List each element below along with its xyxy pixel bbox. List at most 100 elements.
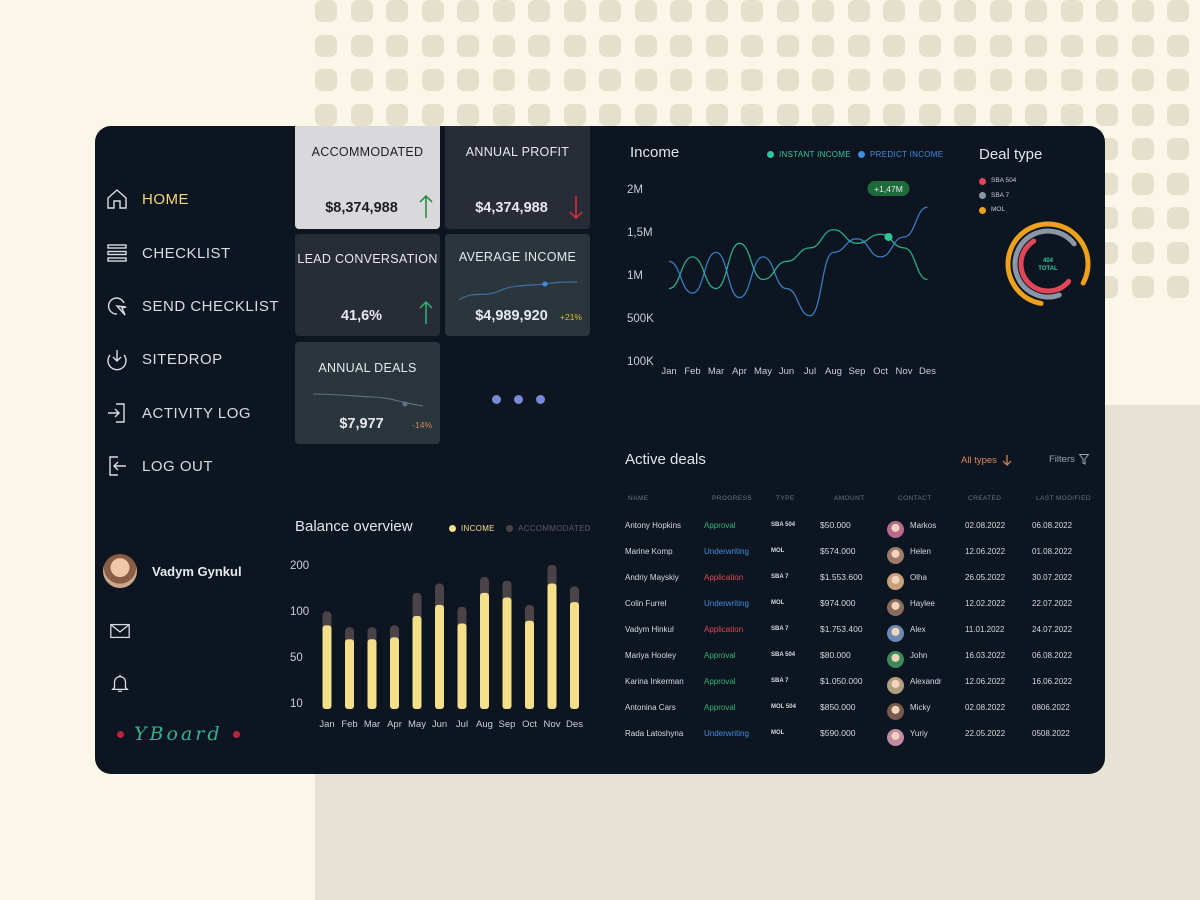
table-row[interactable]: Colin Furrel Underwriting MOL $974.000 Hayle…	[623, 598, 1105, 625]
sidebar-item-label: SEND CHECKLIST	[142, 297, 280, 315]
background-dot	[670, 103, 692, 126]
background-dot	[421, 0, 444, 22]
background-dot	[1096, 69, 1118, 91]
stat-card-lead-conversation[interactable]: LEAD CONVERSATION 41,6%	[295, 234, 440, 336]
created-cell: 12.06.2022	[965, 547, 1006, 556]
y-tick-label: 100K	[627, 356, 654, 368]
background-dot	[705, 69, 728, 91]
column-header-last-modified[interactable]: LAST MODIFIED	[1036, 495, 1091, 502]
legend-sba-7[interactable]: SBA 7	[979, 189, 1016, 204]
balance-bar-chart: 200 100 50 10 Jan Feb Mar Apr May Jun Jul Aug Sep Oct…	[290, 560, 583, 730]
sidebar-item-home[interactable]: HOME	[105, 184, 189, 214]
bar-income	[412, 616, 422, 709]
bar-income	[480, 592, 489, 709]
background-dot	[1131, 103, 1154, 126]
x-tick-label: Sep	[499, 719, 516, 730]
column-header-progress[interactable]: PROGRESS	[712, 495, 752, 502]
column-header-amount[interactable]: AMOUNT	[834, 495, 865, 502]
bell-icon[interactable]	[109, 672, 131, 694]
bar-income	[570, 602, 579, 709]
background-dot	[1131, 172, 1154, 195]
stat-card-annual-deals[interactable]: ANNUAL DEALS $7,977 -14%	[295, 342, 440, 444]
table-row[interactable]: Antony Hopkins Approval SBA 504 $50.000 Mark…	[623, 520, 1105, 547]
x-tick-label: May	[754, 366, 772, 377]
background-dot	[1096, 0, 1118, 22]
sidebar-item-sitedrop[interactable]: SITEDROP	[105, 344, 223, 374]
deal-total-label: TOTAL	[1038, 266, 1058, 272]
deal-type-title: Deal type	[979, 146, 1043, 163]
progress-cell: Approval	[704, 677, 736, 686]
background-dot	[1131, 241, 1154, 264]
sidebar-item-checklist[interactable]: CHECKLIST	[105, 238, 231, 268]
x-tick-label: Jan	[661, 366, 676, 377]
sidebar-item-activity-log[interactable]: ACTIVITY LOG	[105, 398, 251, 428]
y-tick-label: 500K	[627, 313, 654, 325]
amount-cell: $1.553.600	[820, 572, 863, 582]
column-header-type[interactable]: TYPE	[776, 495, 795, 502]
legend-instant-income[interactable]: INSTANT INCOME	[767, 150, 851, 159]
legend-label: SBA 504	[991, 177, 1017, 184]
x-tick-label: Feb	[341, 719, 357, 730]
table-row[interactable]: Karina Inkerman Approval SBA 7 $1.050.000 Al…	[623, 676, 1105, 703]
legend-dot	[506, 525, 513, 532]
pager-dot[interactable]	[514, 395, 523, 404]
name-cell: Antonina Cars	[625, 703, 676, 712]
table-row[interactable]: Andriy Mayskiy Application SBA 7 $1.553.600…	[623, 572, 1105, 599]
filter-icon	[1078, 454, 1089, 465]
sidebar-item-log-out[interactable]: LOG OUT	[105, 451, 213, 481]
background-dot	[812, 0, 834, 22]
background-dot	[989, 0, 1012, 22]
table-row[interactable]: Marine Komp Underwriting MOL $574.000 Helen 1…	[623, 546, 1105, 573]
pager-dot[interactable]	[536, 395, 545, 404]
progress-cell: Application	[704, 625, 744, 634]
card-value: $8,374,988	[325, 200, 398, 216]
sidebar-item-send-checklist[interactable]: SEND CHECKLIST	[105, 291, 279, 321]
name-cell: Vadym Hinkul	[625, 625, 674, 634]
income-title: Income	[630, 144, 680, 161]
modified-cell: 22.07.2022	[1032, 599, 1073, 608]
x-tick-label: Feb	[684, 366, 700, 377]
legend-income[interactable]: INCOME	[449, 524, 495, 533]
contact-cell: Markos	[910, 521, 937, 530]
login-icon	[108, 403, 125, 423]
table-row[interactable]: Vadym Hinkul Application SBA 7 $1.753.400 Al…	[623, 624, 1105, 651]
arrow-up-icon	[419, 300, 433, 324]
background-dot	[812, 34, 834, 57]
background-dot	[741, 69, 763, 91]
background-dot	[847, 34, 870, 57]
contact-cell: Alexandr	[910, 677, 942, 686]
modified-cell: 06.08.2022	[1032, 651, 1073, 660]
all-types-dropdown[interactable]: All types	[961, 454, 1012, 466]
stat-card-average-income[interactable]: AVERAGE INCOME $4,989,920 +21%	[445, 234, 590, 336]
legend-accommodated[interactable]: ACCOMMODATED	[506, 524, 591, 533]
column-header-name[interactable]: NAME	[628, 495, 648, 502]
table-row[interactable]: Antonina Cars Approval MOL 504 $850.000 Mick…	[623, 702, 1105, 729]
legend-label: INCOME	[461, 524, 495, 533]
contact-cell: Yuriy	[910, 729, 928, 738]
background-dot	[457, 34, 479, 57]
filters-button[interactable]: Filters	[1049, 454, 1089, 465]
legend-label: INSTANT INCOME	[779, 150, 851, 159]
pager-dot[interactable]	[492, 395, 501, 404]
background-dot	[705, 34, 728, 57]
y-tick-label: 50	[290, 652, 303, 664]
type-cell: SBA 504	[771, 652, 796, 658]
created-cell: 12.06.2022	[965, 677, 1006, 686]
stat-card-annual-profit[interactable]: ANNUAL PROFIT $4,374,988	[445, 126, 590, 229]
background-dot	[421, 34, 444, 57]
column-header-contact[interactable]: CONTACT	[898, 495, 932, 502]
legend-sba-504[interactable]: SBA 504	[979, 174, 1016, 189]
table-row[interactable]: Rada Latoshyna Underwriting MOL $590.000 Yur…	[623, 728, 1105, 755]
background-dot	[315, 69, 337, 91]
legend-predict-income[interactable]: PREDICT INCOME	[858, 150, 943, 159]
column-header-created[interactable]: CREATED	[968, 495, 1001, 502]
background-dot	[741, 34, 763, 57]
user-profile[interactable]: Vadym Gynkul	[103, 554, 242, 588]
mail-icon[interactable]	[109, 620, 131, 642]
y-tick-label: 1M	[627, 270, 643, 282]
y-tick-label: 100	[290, 606, 309, 618]
modified-cell: 01.08.2022	[1032, 547, 1073, 556]
stat-card-accommodated[interactable]: ACCOMMODATED $8,374,988	[295, 126, 440, 229]
table-row[interactable]: Mariya Hooley Approval SBA 504 $80.000 John 1…	[623, 650, 1105, 677]
background-dot	[705, 0, 728, 22]
